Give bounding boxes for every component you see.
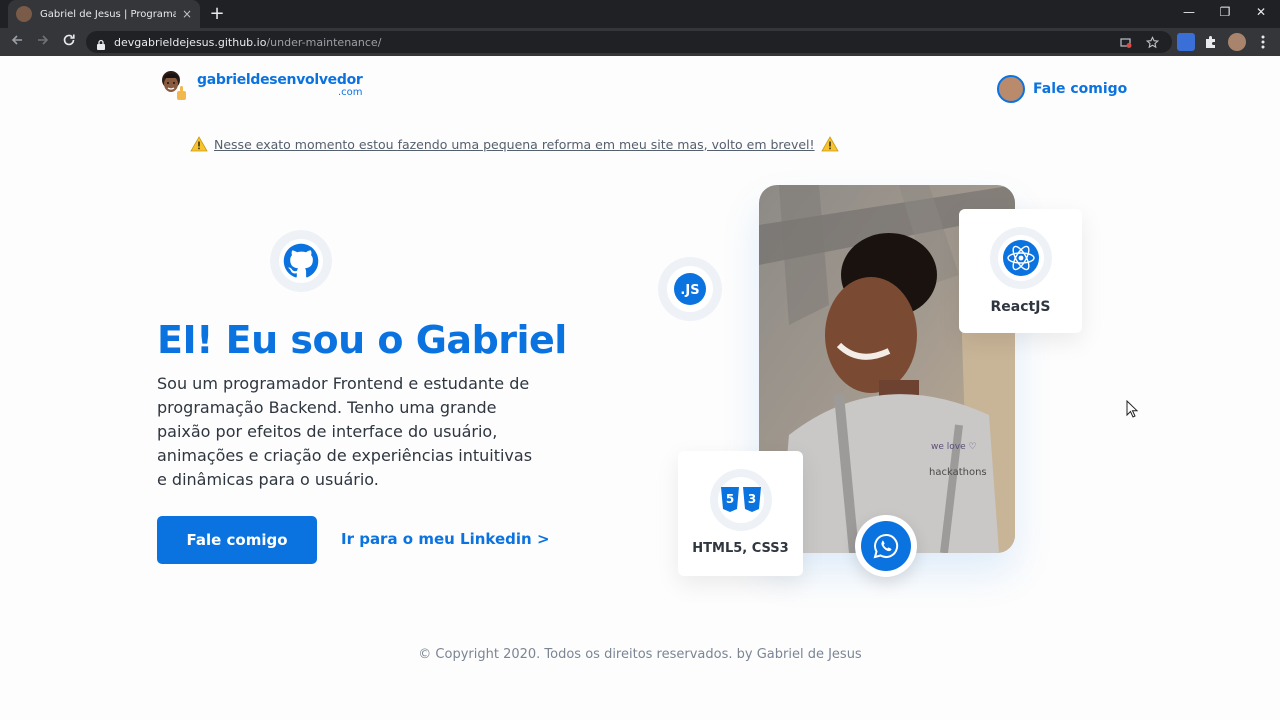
warning-icon xyxy=(820,136,839,152)
address-bar[interactable]: devgabrieldejesus.github.io/under-mainte… xyxy=(86,31,1172,53)
reactjs-label: ReactJS xyxy=(990,299,1051,315)
html5-css3-icon: 5 3 xyxy=(720,487,761,512)
whatsapp-button[interactable] xyxy=(855,515,917,577)
footer-copyright: © Copyright 2020. Todos os direitos rese… xyxy=(418,647,862,662)
svg-text:3: 3 xyxy=(747,492,755,506)
svg-text:hackathons: hackathons xyxy=(929,467,987,478)
browser-tab[interactable]: Gabriel de Jesus | Programador F × xyxy=(8,0,200,28)
bookmark-star-icon[interactable] xyxy=(1142,34,1162,56)
html-css-label: HTML5, CSS3 xyxy=(692,541,789,556)
browser-tab-bar: Gabriel de Jesus | Programador F × + — ❐… xyxy=(0,0,1280,28)
lock-icon xyxy=(96,36,106,50)
reactjs-card: ReactJS xyxy=(959,209,1082,333)
github-icon xyxy=(283,243,319,278)
back-icon[interactable] xyxy=(6,31,28,53)
linkedin-link[interactable]: Ir para o meu Linkedin > xyxy=(341,530,550,548)
warning-icon xyxy=(190,136,208,152)
contact-avatar xyxy=(997,75,1025,103)
maintenance-notice-text[interactable]: Nesse exato momento estou fazendo uma pe… xyxy=(214,137,815,152)
url-host: devgabrieldejesus.github.io xyxy=(114,35,267,49)
svg-text:we love ♡: we love ♡ xyxy=(931,442,977,452)
javascript-badge: .JS xyxy=(658,257,722,321)
hero-description: Sou um programador Frontend e estudante … xyxy=(157,374,533,489)
github-badge[interactable] xyxy=(270,230,332,292)
tab-close-icon[interactable]: × xyxy=(182,7,192,21)
mouse-cursor-icon xyxy=(1126,399,1139,418)
page: gabrieldesenvolvedor .com Fale comigo Ne… xyxy=(0,56,1280,720)
logo-sub-text: .com xyxy=(337,86,363,98)
translate-extension-icon[interactable] xyxy=(1177,33,1195,51)
site-logo[interactable]: gabrieldesenvolvedor .com xyxy=(157,69,363,101)
browser-toolbar: devgabrieldejesus.github.io/under-mainte… xyxy=(0,28,1280,56)
logo-avatar-icon xyxy=(157,69,189,101)
tab-title: Gabriel de Jesus | Programador F xyxy=(40,8,176,20)
profile-avatar[interactable] xyxy=(1228,33,1246,51)
url-text: devgabrieldejesus.github.io/under-mainte… xyxy=(114,36,381,49)
header-contact-button[interactable]: Fale comigo xyxy=(997,75,1127,103)
header-contact-label: Fale comigo xyxy=(1033,81,1128,97)
logo-main-text: gabrieldesenvolvedor xyxy=(197,71,363,88)
javascript-icon: .JS xyxy=(674,273,706,305)
forward-icon[interactable] xyxy=(32,31,54,53)
menu-kebab-icon[interactable] xyxy=(1254,33,1272,51)
reload-icon[interactable] xyxy=(58,31,80,53)
extensions-puzzle-icon[interactable] xyxy=(1202,33,1220,51)
window-minimize-button[interactable]: — xyxy=(1172,0,1206,28)
window-restore-button[interactable]: ❐ xyxy=(1208,0,1242,28)
window-close-button[interactable]: ✕ xyxy=(1244,0,1278,28)
url-path: /under-maintenance/ xyxy=(266,35,382,49)
contact-button[interactable]: Fale comigo xyxy=(157,516,317,564)
maintenance-notice: Nesse exato momento estou fazendo uma pe… xyxy=(190,136,850,152)
tab-favicon-icon xyxy=(16,6,32,22)
react-icon xyxy=(1002,240,1039,276)
svg-text:5: 5 xyxy=(725,492,733,506)
new-tab-button[interactable]: + xyxy=(206,3,228,25)
svg-text:.JS: .JS xyxy=(680,283,699,298)
whatsapp-icon xyxy=(873,533,899,559)
blocked-popup-icon[interactable] xyxy=(1116,34,1136,56)
hero-title: EI! Eu sou o Gabriel xyxy=(157,318,567,362)
html-css-card: 5 3 HTML5, CSS3 xyxy=(678,451,803,576)
